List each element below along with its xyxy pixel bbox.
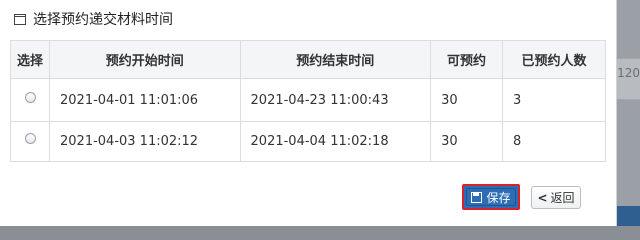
dialog-header: 选择预约递交材料时间: [14, 8, 173, 30]
dialog-title: 选择预约递交材料时间: [33, 12, 173, 28]
table-row[interactable]: 2021-04-01 11:01:06 2021-04-23 11:00:43 …: [10, 78, 607, 122]
end-time-cell: 2021-04-23 11:00:43: [239, 78, 432, 122]
back-button[interactable]: < 返回: [531, 186, 581, 209]
background-page: 120: [616, 0, 640, 226]
column-header-start-time: 预约开始时间: [49, 40, 241, 79]
start-time-cell: 2021-04-01 11:01:06: [49, 78, 241, 122]
save-icon: [471, 191, 483, 203]
back-button-label: 返回: [550, 191, 575, 205]
booked-cell: 3: [501, 78, 607, 122]
select-cell: [10, 78, 50, 122]
booked-cell: 8: [501, 121, 607, 162]
end-time-cell: 2021-04-04 11:02:18: [239, 121, 432, 162]
column-header-select: 选择: [10, 40, 50, 79]
table-row[interactable]: 2021-04-03 11:02:12 2021-04-04 11:02:18 …: [10, 121, 607, 162]
available-cell: 30: [430, 78, 503, 122]
appointment-dialog: 选择预约递交材料时间 选择 预约开始时间 预约结束时间 可预约 已预约人数 20…: [0, 0, 617, 226]
column-header-available: 可预约: [430, 40, 503, 79]
table-header-row: 选择 预约开始时间 预约结束时间 可预约 已预约人数: [10, 40, 607, 79]
appointment-table: 选择 预约开始时间 预约结束时间 可预约 已预约人数 2021-04-01 11…: [10, 40, 607, 162]
column-header-booked: 已预约人数: [501, 40, 607, 79]
column-header-end-time: 预约结束时间: [239, 40, 432, 79]
available-cell: 30: [430, 121, 503, 162]
window-icon: [14, 13, 26, 25]
save-button[interactable]: 保存: [462, 184, 520, 210]
select-cell: [10, 121, 50, 162]
save-button-label: 保存: [486, 190, 511, 205]
start-time-cell: 2021-04-03 11:02:12: [49, 121, 241, 162]
background-partial-text: 120: [617, 66, 640, 80]
chevron-left-icon: <: [537, 190, 548, 205]
row-radio-button[interactable]: [24, 133, 36, 144]
row-radio-button[interactable]: [24, 91, 36, 103]
